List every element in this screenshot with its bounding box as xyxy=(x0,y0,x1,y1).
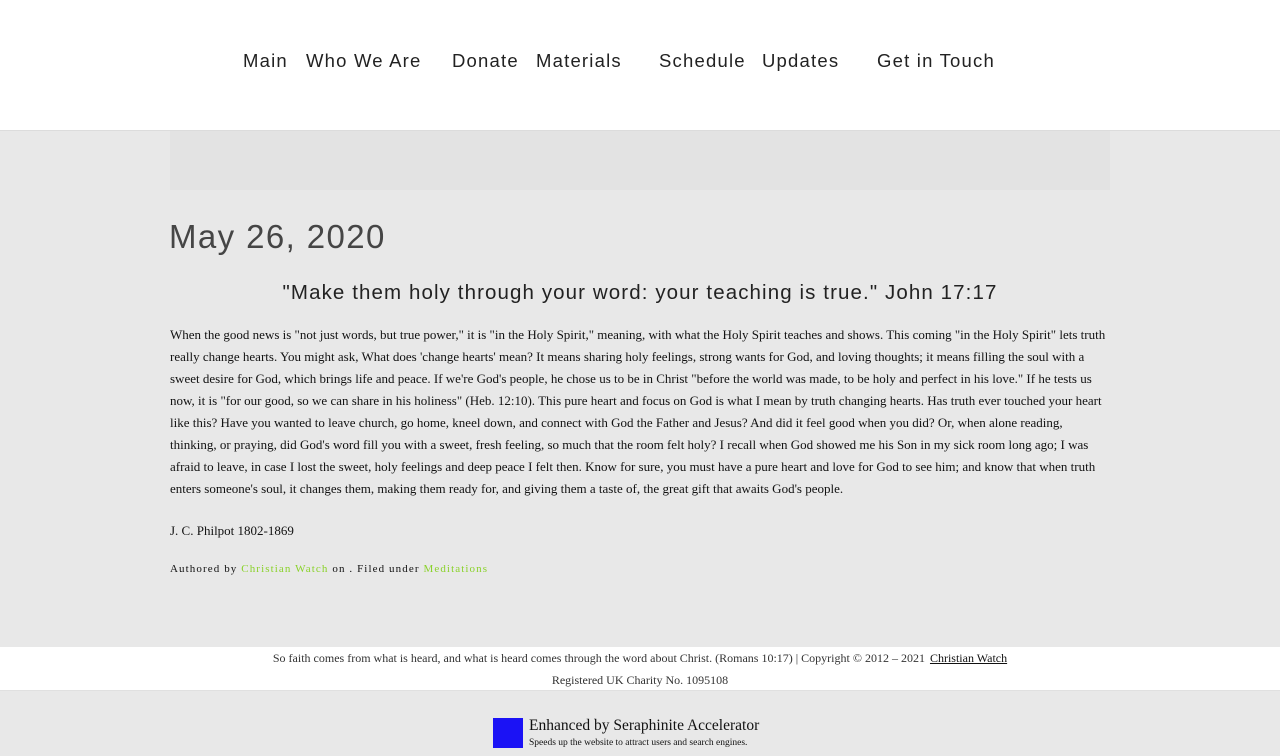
meta-authored-label: Authored by xyxy=(170,563,238,575)
site-footer: So faith comes from what is heard, and w… xyxy=(0,647,1280,691)
category-link[interactable]: Meditations xyxy=(423,563,488,575)
nav-item-main[interactable]: Main xyxy=(243,49,288,73)
footer-copyright-link[interactable]: Christian Watch xyxy=(930,651,1007,665)
post-body: When the good news is "not just words, b… xyxy=(170,327,1106,496)
page-banner xyxy=(170,131,1110,190)
post-meta: Authored by Christian Watch on . Filed u… xyxy=(170,560,488,578)
footer-verse-text: So faith comes from what is heard, and w… xyxy=(272,651,925,665)
meta-filed-label: on . Filed under xyxy=(332,563,420,575)
footer-charity-number: Registered UK Charity No. 1095108 xyxy=(551,673,729,687)
accelerator-logo-icon xyxy=(493,718,523,748)
post-verse: "Make them holy through your word: your … xyxy=(282,281,998,304)
footer-copyright: So faith comes from what is heard, and w… xyxy=(0,647,1280,669)
nav-item-materials[interactable]: Materials xyxy=(536,49,622,73)
main-nav: Main Who We Are Donate Materials Schedul… xyxy=(0,49,1280,73)
site-header: Main Who We Are Donate Materials Schedul… xyxy=(0,0,1280,131)
accelerator-subtitle: Speeds up the website to attract users a… xyxy=(529,738,748,748)
post-signature: J. C. Philpot 1802-1869 xyxy=(170,523,294,538)
post-date: May 26, 2020 xyxy=(169,218,386,255)
accelerator-title: Enhanced by Seraphinite Accelerator xyxy=(529,717,760,734)
nav-item-who-we-are[interactable]: Who We Are xyxy=(306,49,422,73)
author-link[interactable]: Christian Watch xyxy=(241,563,328,575)
nav-item-get-in-touch[interactable]: Get in Touch xyxy=(877,49,995,73)
nav-item-updates[interactable]: Updates xyxy=(762,49,839,73)
nav-item-schedule[interactable]: Schedule xyxy=(659,49,746,73)
nav-item-donate[interactable]: Donate xyxy=(452,49,519,73)
